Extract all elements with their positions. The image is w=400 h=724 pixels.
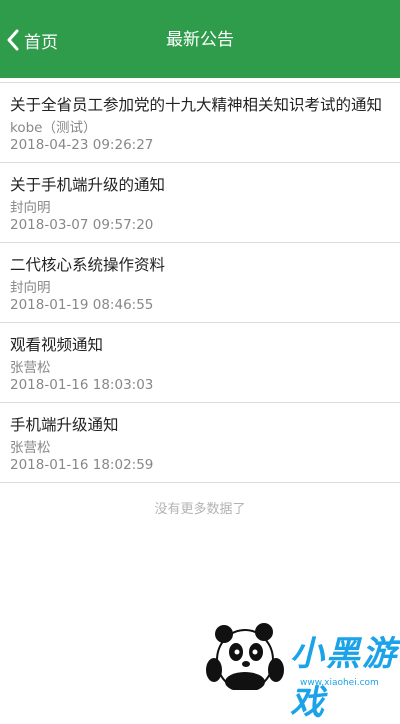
no-more-data-label: 没有更多数据了 xyxy=(154,502,246,517)
announcement-title: 二代核心系统操作资料 xyxy=(10,256,166,274)
list-item[interactable]: 手机端升级通知 张营松 2018-01-16 18:02:59 xyxy=(0,403,400,483)
announcement-time: 2018-01-16 18:02:59 xyxy=(10,457,154,473)
watermark-text: 小黑游戏 xyxy=(290,634,398,723)
announcement-author: 张营松 xyxy=(10,360,51,376)
announcement-author: kobe（测试） xyxy=(10,120,97,136)
list-item[interactable]: 观看视频通知 张营松 2018-01-16 18:03:03 xyxy=(0,323,400,403)
announcement-title: 观看视频通知 xyxy=(10,336,104,354)
page-title: 最新公告 xyxy=(166,30,234,50)
announcement-time: 2018-03-07 09:57:20 xyxy=(10,217,154,233)
list-item[interactable]: 关于手机端升级的通知 封向明 2018-03-07 09:57:20 xyxy=(0,163,400,243)
announcement-time: 2018-04-23 09:26:27 xyxy=(10,137,154,153)
watermark-url: www.xiaohei.com xyxy=(300,678,379,688)
list-item[interactable]: 关于全省员工参加党的十九大精神相关知识考试的通知 kobe（测试） 2018-0… xyxy=(0,83,400,163)
nav-bar: 首页 最新公告 xyxy=(0,0,400,78)
announcement-author: 封向明 xyxy=(10,200,51,216)
announcement-time: 2018-01-19 08:46:55 xyxy=(10,297,154,313)
announcement-title: 关于手机端升级的通知 xyxy=(10,176,166,194)
announcement-author: 张营松 xyxy=(10,440,51,456)
announcement-title: 手机端升级通知 xyxy=(10,416,119,434)
announcement-list: 关于全省员工参加党的十九大精神相关知识考试的通知 kobe（测试） 2018-0… xyxy=(0,82,400,483)
announcement-author: 封向明 xyxy=(10,280,51,296)
list-item[interactable]: 二代核心系统操作资料 封向明 2018-01-19 08:46:55 xyxy=(0,243,400,323)
announcement-title: 关于全省员工参加党的十九大精神相关知识考试的通知 xyxy=(10,96,383,114)
announcement-time: 2018-01-16 18:03:03 xyxy=(10,377,154,393)
